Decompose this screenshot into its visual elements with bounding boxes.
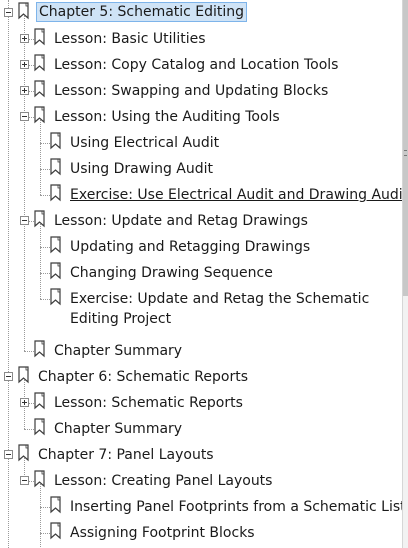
bookmark-label[interactable]: Lesson: Creating Panel Layouts [52, 471, 274, 491]
bookmark-icon [34, 340, 46, 358]
expand-toggle-icon[interactable] [20, 34, 29, 43]
bookmark-label[interactable]: Chapter Summary [52, 419, 184, 439]
expand-toggle-icon[interactable] [20, 398, 29, 407]
bookmark-label[interactable]: Updating and Retagging Drawings [68, 237, 312, 257]
bookmark-label[interactable]: Using Drawing Audit [68, 159, 215, 179]
bookmark-icon [18, 2, 30, 20]
bookmark-row[interactable]: Updating and Retagging Drawings [0, 234, 402, 260]
bookmark-icon [50, 236, 62, 254]
bookmark-row[interactable]: Chapter Summary [0, 338, 402, 364]
bookmark-icon [34, 470, 46, 488]
bookmark-label[interactable]: Chapter 7: Panel Layouts [36, 445, 216, 465]
collapse-toggle-icon[interactable] [20, 476, 29, 485]
scrollbar-thumb[interactable] [403, 0, 408, 296]
bookmark-label[interactable]: Using Electrical Audit [68, 133, 221, 153]
bookmark-chapter-row[interactable]: Chapter 5: Schematic Editing [0, 0, 402, 26]
bookmark-icon [50, 262, 62, 280]
bookmark-row[interactable]: Using Electrical Audit [0, 130, 402, 156]
scrollbar-grip-icon [404, 150, 407, 156]
bookmark-icon [18, 444, 30, 462]
bookmark-row[interactable]: Lesson: Update and Retag Drawings [0, 208, 402, 234]
bookmark-row[interactable]: Assigning Footprint Blocks [0, 520, 402, 546]
bookmark-label-continued[interactable]: Editing Project [68, 309, 173, 329]
bookmarks-tree: Chapter 5: Schematic Editing Lesson: Basi… [0, 0, 402, 548]
bookmark-label[interactable]: Lesson: Basic Utilities [52, 29, 208, 49]
collapse-toggle-icon[interactable] [4, 8, 13, 17]
bookmark-icon [50, 158, 62, 176]
bookmark-row[interactable]: Using Drawing Audit [0, 156, 402, 182]
bookmark-row[interactable]: Exercise: Update and Retag the Schematic… [0, 286, 402, 338]
bookmark-label[interactable]: Inserting Panel Footprints from a Schema… [68, 497, 402, 517]
bookmark-icon [34, 392, 46, 410]
bookmark-row[interactable]: Lesson: Using the Auditing Tools [0, 104, 402, 130]
bookmark-label[interactable]: Changing Drawing Sequence [68, 263, 275, 283]
bookmark-label[interactable]: Exercise: Use Electrical Audit and Drawi… [68, 185, 402, 205]
bookmark-icon [34, 210, 46, 228]
bookmark-label[interactable]: Chapter 5: Schematic Editing [36, 2, 248, 22]
bookmark-label[interactable]: Assigning Footprint Blocks [68, 523, 257, 543]
bookmark-row[interactable]: Lesson: Swapping and Updating Blocks [0, 78, 402, 104]
bookmark-icon [50, 288, 62, 306]
collapse-toggle-icon[interactable] [20, 112, 29, 121]
bookmark-label[interactable]: Exercise: Update and Retag the Schematic [68, 289, 371, 309]
bookmark-row[interactable]: Changing Drawing Sequence [0, 260, 402, 286]
bookmark-icon [34, 80, 46, 98]
collapse-toggle-icon[interactable] [4, 450, 13, 459]
bookmark-row[interactable]: Lesson: Creating Panel Layouts [0, 468, 402, 494]
expand-toggle-icon[interactable] [20, 60, 29, 69]
bookmark-icon [50, 184, 62, 202]
bookmark-icon [18, 366, 30, 384]
bookmark-icon [50, 496, 62, 514]
bookmark-icon [34, 418, 46, 436]
bookmark-icon [34, 54, 46, 72]
collapse-toggle-icon[interactable] [20, 216, 29, 225]
bookmark-icon [50, 522, 62, 540]
bookmark-label[interactable]: Lesson: Schematic Reports [52, 393, 245, 413]
bookmark-label[interactable]: Lesson: Update and Retag Drawings [52, 211, 310, 231]
bookmark-icon [34, 28, 46, 46]
bookmark-row[interactable]: Lesson: Basic Utilities [0, 26, 402, 52]
bookmark-row[interactable]: Exercise: Use Electrical Audit and Drawi… [0, 182, 402, 208]
bookmark-label[interactable]: Chapter Summary [52, 341, 184, 361]
bookmark-row[interactable]: Inserting Panel Footprints from a Schema… [0, 494, 402, 520]
vertical-scrollbar[interactable] [402, 0, 408, 548]
bookmark-row[interactable]: Chapter Summary [0, 416, 402, 442]
bookmark-row[interactable]: Lesson: Copy Catalog and Location Tools [0, 52, 402, 78]
bookmark-label[interactable]: Lesson: Using the Auditing Tools [52, 107, 282, 127]
bookmark-row[interactable]: Lesson: Schematic Reports [0, 390, 402, 416]
bookmark-label[interactable]: Lesson: Copy Catalog and Location Tools [52, 55, 340, 75]
bookmark-chapter-row[interactable]: Chapter 7: Panel Layouts [0, 442, 402, 468]
expand-toggle-icon[interactable] [20, 86, 29, 95]
bookmark-label[interactable]: Chapter 6: Schematic Reports [36, 367, 250, 387]
bookmark-label[interactable]: Lesson: Swapping and Updating Blocks [52, 81, 330, 101]
collapse-toggle-icon[interactable] [4, 372, 13, 381]
bookmark-icon [50, 132, 62, 150]
bookmark-chapter-row[interactable]: Chapter 6: Schematic Reports [0, 364, 402, 390]
bookmark-icon [34, 106, 46, 124]
